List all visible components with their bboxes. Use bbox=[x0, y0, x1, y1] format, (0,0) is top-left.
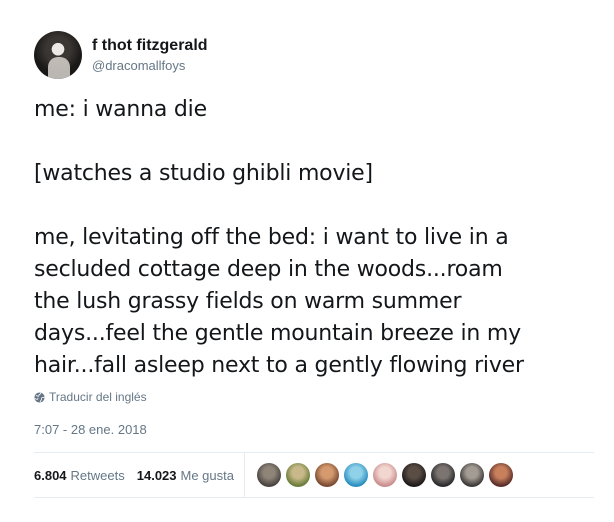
liker-avatar-6[interactable] bbox=[402, 463, 426, 487]
liker-avatar-8[interactable] bbox=[460, 463, 484, 487]
liker-avatar-9[interactable] bbox=[489, 463, 513, 487]
tweet-line: [watches a studio ghibli movie] bbox=[34, 161, 373, 186]
tweet-line: the lush grassy fields on warm summer bbox=[34, 289, 462, 314]
author-handle[interactable]: @dracomallfoys bbox=[92, 57, 208, 75]
tweet-timestamp[interactable]: 7:07 - 28 ene. 2018 bbox=[34, 422, 147, 437]
tweet-header: f thot fitzgerald @dracomallfoys bbox=[34, 31, 208, 79]
tweet-stats: 6.804 Retweets 14.023 Me gusta bbox=[34, 453, 594, 497]
divider bbox=[34, 497, 594, 498]
tweet-line: me: i wanna die bbox=[34, 97, 207, 122]
translate-tweet-link[interactable]: Traducir del inglés bbox=[34, 390, 147, 404]
liker-avatars bbox=[257, 463, 518, 487]
author-display-name[interactable]: f thot fitzgerald bbox=[92, 36, 208, 56]
translate-label: Traducir del inglés bbox=[49, 390, 147, 404]
globe-icon bbox=[34, 391, 45, 403]
tweet-line: secluded cottage deep in the woods...roa… bbox=[34, 257, 503, 282]
likes-count: 14.023 bbox=[136, 467, 177, 483]
tweet-line: hair...fall asleep next to a gently flow… bbox=[34, 353, 524, 378]
author-names: f thot fitzgerald @dracomallfoys bbox=[92, 36, 208, 75]
stats-separator bbox=[244, 453, 245, 497]
likes-stat[interactable]: 14.023 Me gusta bbox=[137, 468, 234, 483]
retweets-stat[interactable]: 6.804 Retweets bbox=[34, 468, 125, 483]
tweet-line: days...feel the gentle mountain breeze i… bbox=[34, 321, 521, 346]
tweet-text: me: i wanna die [watches a studio ghibli… bbox=[34, 94, 594, 382]
tweet-card: f thot fitzgerald @dracomallfoys me: i w… bbox=[0, 0, 614, 522]
likes-label: Me gusta bbox=[180, 467, 234, 483]
liker-avatar-5[interactable] bbox=[373, 463, 397, 487]
liker-avatar-1[interactable] bbox=[257, 463, 281, 487]
author-avatar[interactable] bbox=[34, 31, 82, 79]
liker-avatar-4[interactable] bbox=[344, 463, 368, 487]
tweet-line: me, levitating off the bed: i want to li… bbox=[34, 225, 509, 250]
liker-avatar-3[interactable] bbox=[315, 463, 339, 487]
liker-avatar-7[interactable] bbox=[431, 463, 455, 487]
retweets-label: Retweets bbox=[70, 467, 125, 483]
liker-avatar-2[interactable] bbox=[286, 463, 310, 487]
retweets-count: 6.804 bbox=[34, 467, 67, 483]
